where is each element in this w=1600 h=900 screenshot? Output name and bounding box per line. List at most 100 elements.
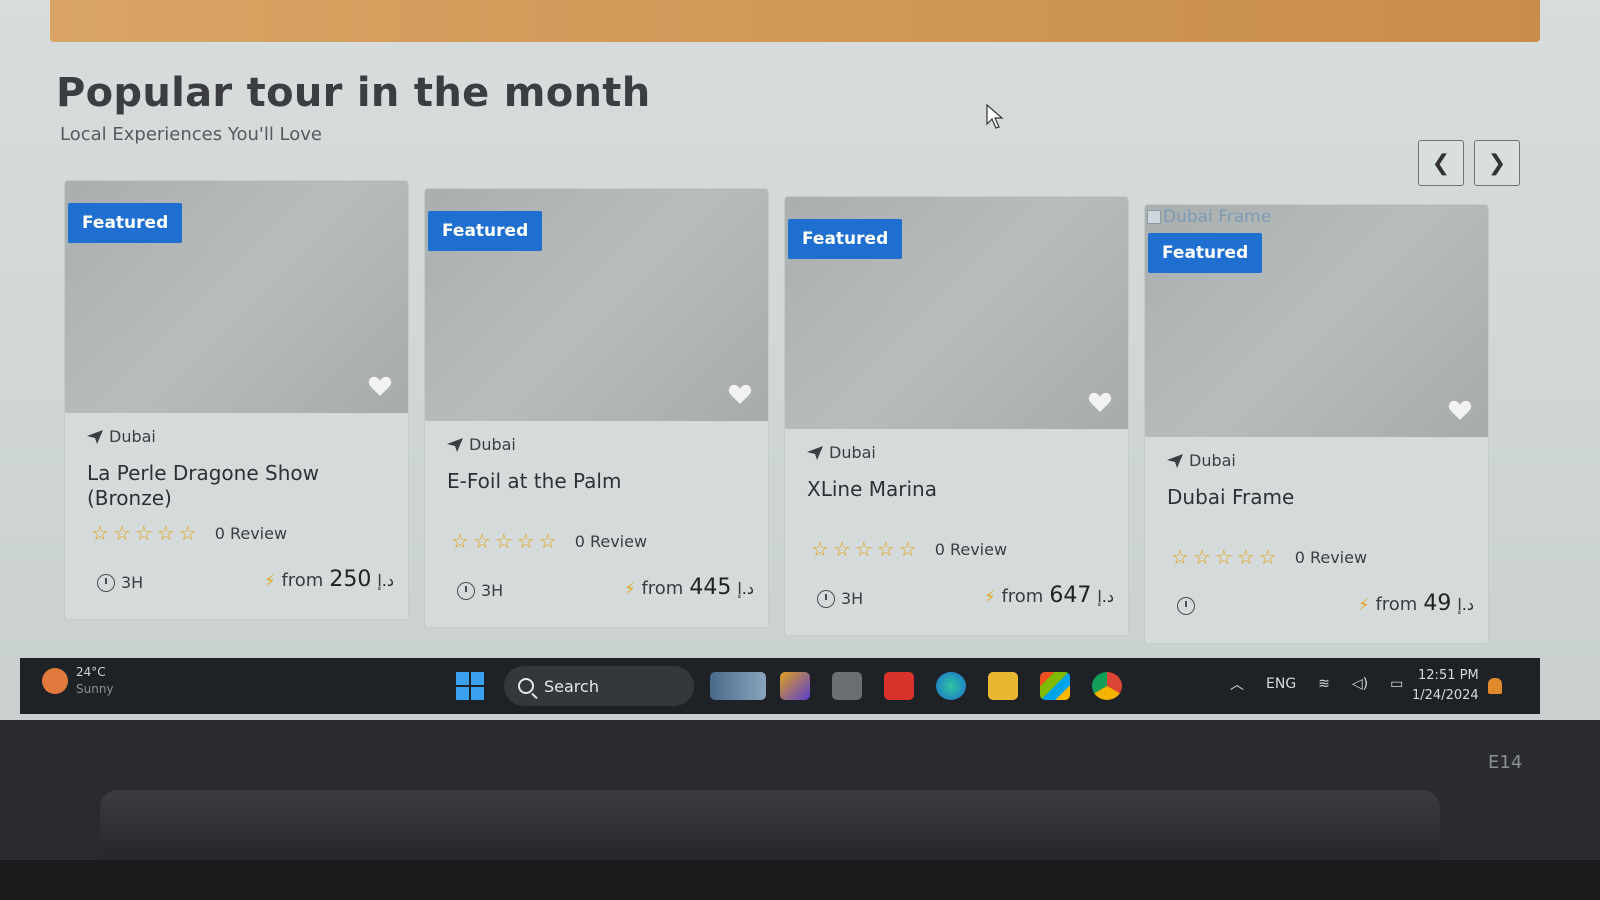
- laptop-base: [0, 860, 1600, 900]
- anydesk-icon[interactable]: [884, 672, 914, 700]
- price-currency: د.إ: [377, 571, 394, 590]
- carousel-prev-button[interactable]: ❮: [1418, 140, 1464, 186]
- weather-condition: Sunny: [76, 681, 114, 696]
- chrome-browser-icon[interactable]: [1092, 672, 1122, 700]
- clock-date: 1/24/2024: [1412, 687, 1479, 703]
- tour-card[interactable]: Dubai Frame Featured Dubai Dubai Frame ☆…: [1144, 204, 1489, 644]
- plane-icon: [87, 429, 103, 444]
- edge-browser-icon[interactable]: [936, 672, 966, 700]
- location-label: Dubai: [829, 443, 876, 462]
- location-label: Dubai: [1189, 451, 1236, 470]
- tour-price: ⚡ from 250 د.إ: [264, 567, 394, 592]
- price-value: 250: [329, 567, 372, 592]
- lightning-icon: ⚡: [984, 587, 996, 606]
- mouse-cursor-icon: [986, 104, 1004, 129]
- copilot-icon[interactable]: [780, 672, 810, 700]
- rating-stars: ☆ ☆ ☆ ☆ ☆ 0 Review: [91, 523, 287, 543]
- tour-location: Dubai: [1167, 451, 1236, 470]
- duration-label: 3H: [841, 589, 864, 608]
- star-outline-icon: ☆: [451, 529, 469, 553]
- weather-widget[interactable]: 24°C Sunny: [42, 664, 114, 698]
- heart-icon[interactable]: [368, 375, 392, 397]
- weather-temp: 24°C: [76, 665, 106, 679]
- tour-duration: 3H: [457, 581, 503, 600]
- tour-price: ⚡ from 49 د.إ: [1358, 591, 1474, 616]
- file-explorer-icon[interactable]: [988, 672, 1018, 700]
- windows-taskbar: 24°C Sunny Search ︿ ENG ≋ ◁) ▭ 12:51 PM …: [20, 658, 1540, 714]
- carousel-next-button[interactable]: ❯: [1474, 140, 1520, 186]
- star-outline-icon: ☆: [1192, 545, 1211, 569]
- tour-title-link[interactable]: Dubai Frame: [1167, 485, 1467, 510]
- system-tray: ︿ ENG ≋ ◁) ▭: [1230, 674, 1403, 694]
- laptop-hinge: [100, 790, 1440, 870]
- star-outline-icon: ☆: [898, 537, 917, 561]
- wifi-icon[interactable]: ≋: [1318, 676, 1330, 692]
- tour-location: Dubai: [87, 427, 156, 446]
- heart-icon[interactable]: [1448, 399, 1472, 421]
- search-icon: [518, 678, 534, 694]
- chevron-left-icon: ❮: [1431, 150, 1451, 176]
- price-from-label: from: [281, 570, 324, 591]
- heart-icon[interactable]: [728, 383, 752, 405]
- windows-start-icon[interactable]: [456, 672, 484, 700]
- taskbar-search[interactable]: Search: [504, 666, 694, 706]
- featured-badge: Featured: [428, 211, 543, 251]
- clock-time: 12:51 PM: [1418, 668, 1479, 683]
- lightning-icon: ⚡: [1358, 595, 1370, 614]
- widgets-icon[interactable]: [710, 672, 766, 700]
- price-value: 647: [1049, 583, 1092, 608]
- lightning-icon: ⚡: [264, 571, 276, 590]
- taskbar-clock[interactable]: 12:51 PM 1/24/2024: [1412, 666, 1479, 705]
- star-outline-icon: ☆: [156, 521, 175, 545]
- tour-title-link[interactable]: La Perle Dragone Show (Bronze): [87, 461, 387, 511]
- chevron-right-icon: ❯: [1487, 150, 1507, 176]
- review-count: 0 Review: [214, 523, 288, 543]
- star-outline-icon: ☆: [811, 537, 829, 561]
- tour-location: Dubai: [447, 435, 516, 454]
- tour-card[interactable]: Featured Dubai La Perle Dragone Show (Br…: [64, 180, 409, 620]
- star-outline-icon: ☆: [854, 537, 873, 561]
- notification-bell-icon[interactable]: [1488, 678, 1502, 694]
- star-outline-icon: ☆: [1214, 545, 1233, 569]
- tour-title-link[interactable]: E-Foil at the Palm: [447, 469, 747, 494]
- star-outline-icon: ☆: [876, 537, 895, 561]
- image-alt-text: Dubai Frame: [1163, 207, 1272, 227]
- tour-card[interactable]: Featured Dubai E-Foil at the Palm ☆ ☆ ☆ …: [424, 188, 769, 628]
- volume-icon[interactable]: ◁): [1352, 676, 1368, 692]
- star-outline-icon: ☆: [832, 537, 851, 561]
- duration-label: 3H: [481, 581, 504, 600]
- star-outline-icon: ☆: [472, 529, 491, 553]
- section-title: Popular tour in the month: [56, 70, 651, 116]
- battery-icon[interactable]: ▭: [1390, 676, 1403, 692]
- star-outline-icon: ☆: [91, 521, 109, 545]
- device-model-label: E14: [1488, 752, 1523, 773]
- featured-badge: Featured: [68, 203, 183, 243]
- price-currency: د.إ: [1097, 587, 1114, 606]
- duration-label: 3H: [121, 573, 144, 592]
- clock-icon: [97, 573, 115, 592]
- clock-icon: [817, 589, 835, 608]
- task-view-icon[interactable]: [832, 672, 862, 700]
- tour-duration: 3H: [97, 573, 143, 592]
- tour-duration: 3H: [817, 589, 863, 608]
- broken-image: Dubai Frame: [1147, 207, 1271, 227]
- plane-icon: [447, 437, 463, 452]
- price-from-label: from: [1001, 586, 1044, 607]
- star-outline-icon: ☆: [1258, 545, 1277, 569]
- tour-card[interactable]: Featured Dubai XLine Marina ☆ ☆ ☆ ☆ ☆ 0 …: [784, 196, 1129, 636]
- browser-viewport: Popular tour in the month Local Experien…: [0, 0, 1600, 720]
- rating-stars: ☆ ☆ ☆ ☆ ☆ 0 Review: [451, 531, 647, 551]
- language-indicator[interactable]: ENG: [1266, 676, 1296, 692]
- heart-icon[interactable]: [1088, 391, 1112, 413]
- star-outline-icon: ☆: [1171, 545, 1189, 569]
- tour-title-link[interactable]: XLine Marina: [807, 477, 1107, 502]
- microsoft-store-icon[interactable]: [1040, 672, 1070, 700]
- review-count: 0 Review: [574, 531, 648, 551]
- star-outline-icon: ☆: [538, 529, 557, 553]
- lightning-icon: ⚡: [624, 579, 636, 598]
- price-currency: د.إ: [737, 579, 754, 598]
- weather-icon: [42, 667, 68, 694]
- tour-price: ⚡ from 647 د.إ: [984, 583, 1114, 608]
- price-value: 445: [689, 575, 732, 600]
- chevron-up-icon[interactable]: ︿: [1230, 674, 1244, 694]
